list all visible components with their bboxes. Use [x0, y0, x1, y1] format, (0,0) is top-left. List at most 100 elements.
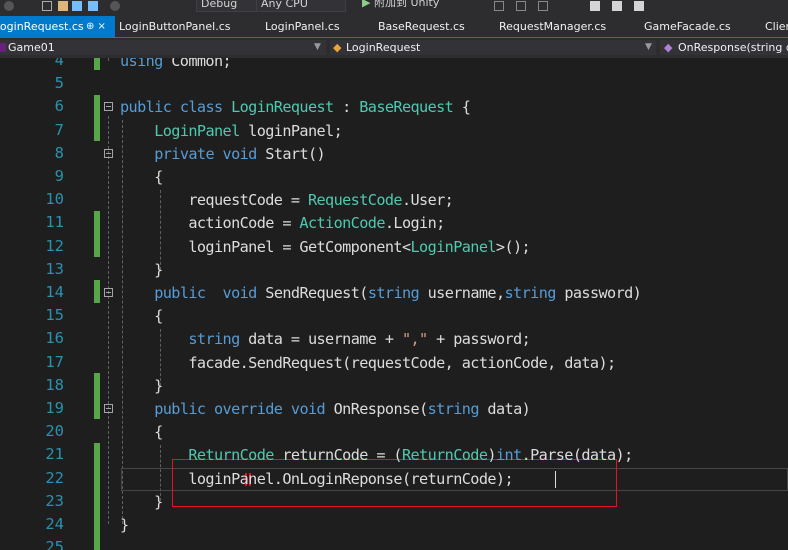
- save-icon[interactable]: [72, 1, 82, 11]
- text-caret: [555, 471, 556, 488]
- collapse-icon[interactable]: [104, 288, 113, 297]
- tab-client[interactable]: Clier: [765, 16, 788, 37]
- line-number: 13: [45, 259, 64, 278]
- code-line[interactable]: facade.SendRequest(requestCode, actionCo…: [120, 354, 616, 372]
- redo-icon[interactable]: [110, 1, 120, 11]
- change-marker: [94, 211, 100, 257]
- code-line[interactable]: LoginPanel loginPanel;: [120, 122, 343, 140]
- code-line[interactable]: actionCode = ActionCode.Login;: [120, 214, 445, 232]
- change-marker: [94, 95, 100, 141]
- member-name: OnResponse(string da: [678, 41, 788, 54]
- bookmark-icon[interactable]: [612, 1, 622, 11]
- line-number: 15: [45, 306, 64, 325]
- code-line[interactable]: loginPanel.OnLoginReponse(returnCode);: [120, 470, 513, 488]
- tab-label: RequestManager.cs: [499, 20, 607, 33]
- document-tabs: LoginRequest.cs ⊕ × LoginButtonPanel.cs …: [0, 16, 788, 37]
- line-number: 8: [54, 143, 64, 162]
- member-dropdown[interactable]: ◆ OnResponse(string da: [660, 40, 788, 55]
- config-dropdown[interactable]: Debug: [196, 0, 258, 12]
- line-number: 5: [54, 74, 64, 93]
- tab-baserequest[interactable]: BaseRequest.cs: [378, 16, 465, 37]
- code-line[interactable]: {: [120, 307, 163, 325]
- code-line[interactable]: string data = username + "," + password;: [120, 330, 530, 348]
- tab-label: BaseRequest.cs: [378, 20, 465, 33]
- line-number: 17: [45, 352, 64, 371]
- code-line[interactable]: private void Start(): [120, 145, 326, 163]
- collapse-icon[interactable]: [104, 404, 113, 413]
- code-line[interactable]: public override void OnResponse(string d…: [120, 400, 531, 418]
- code-line[interactable]: using Common;: [120, 58, 232, 70]
- tab-loginpanel[interactable]: LoginPanel.cs: [265, 16, 340, 37]
- tab-label: LoginPanel.cs: [265, 20, 340, 33]
- line-number: 10: [45, 190, 64, 209]
- class-icon: ◆: [333, 41, 342, 54]
- code-editor[interactable]: 4 using Common; 5 6 public class LoginReques…: [0, 58, 788, 550]
- code-line[interactable]: }: [120, 261, 163, 279]
- tab-label: Clier: [765, 20, 788, 33]
- toolbar-icon[interactable]: [538, 1, 548, 11]
- code-line[interactable]: ReturnCode returnCode = (ReturnCode)int.…: [120, 446, 633, 464]
- line-number: 12: [45, 236, 64, 255]
- collapse-icon[interactable]: [104, 102, 113, 111]
- tab-label: LoginRequest.cs: [0, 20, 84, 33]
- code-line[interactable]: public void SendRequest(string username,…: [120, 284, 642, 302]
- line-number: 6: [54, 97, 64, 116]
- attach-unity-button[interactable]: ▶ 附加到 Unity: [362, 0, 448, 10]
- tab-loginrequest[interactable]: LoginRequest.cs ⊕ ×: [0, 16, 115, 37]
- code-line[interactable]: {: [120, 168, 163, 186]
- undo-icon[interactable]: [4, 1, 14, 11]
- code-line[interactable]: loginPanel = GetComponent<LoginPanel>();: [120, 238, 530, 256]
- line-number: 22: [45, 468, 64, 487]
- line-number: 14: [45, 283, 64, 301]
- tab-label: LoginButtonPanel.cs: [119, 20, 231, 33]
- tab-requestmanager[interactable]: RequestManager.cs: [499, 16, 606, 37]
- chevron-down-icon: ▼: [645, 42, 652, 52]
- config-value: Debug: [201, 0, 238, 10]
- collapse-icon[interactable]: [104, 149, 113, 158]
- code-line[interactable]: requestCode = RequestCode.User;: [120, 191, 453, 209]
- bookmark-icon[interactable]: [590, 1, 600, 11]
- platform-value: Any CPU: [261, 0, 308, 10]
- line-number: 20: [45, 422, 64, 441]
- code-line[interactable]: {: [120, 423, 163, 441]
- play-icon: ▶: [362, 0, 371, 9]
- navigation-bar: Game01 ▼ ◆ LoginRequest ▼ ◆ OnResponse(s…: [0, 37, 788, 58]
- outline-line: [108, 116, 109, 524]
- line-number: 16: [45, 329, 64, 348]
- pin-close-icon[interactable]: ⊕ ×: [86, 16, 106, 37]
- project-dropdown[interactable]: Game01 ▼: [0, 40, 326, 55]
- line-number: 25: [45, 538, 64, 550]
- code-line[interactable]: public class LoginRequest : BaseRequest …: [120, 98, 471, 116]
- tab-label: GameFacade.cs: [644, 20, 731, 33]
- line-number: 21: [45, 445, 64, 464]
- platform-dropdown[interactable]: Any CPU: [256, 0, 346, 12]
- open-folder-icon[interactable]: [58, 1, 68, 11]
- change-marker: [94, 443, 100, 550]
- line-number: 23: [45, 491, 64, 510]
- change-marker: [94, 58, 100, 70]
- class-name: LoginRequest: [346, 41, 421, 54]
- toolbar-icon[interactable]: [494, 1, 504, 11]
- line-number: 9: [54, 167, 64, 185]
- tab-loginbuttonpanel[interactable]: LoginButtonPanel.cs: [119, 16, 230, 37]
- chevron-down-icon: ▼: [314, 42, 321, 52]
- change-marker: [94, 280, 100, 303]
- code-line[interactable]: }: [120, 516, 129, 534]
- line-number: 7: [54, 120, 64, 139]
- code-line[interactable]: }: [120, 377, 163, 395]
- line-number: 18: [45, 375, 64, 394]
- line-number: 4: [54, 58, 64, 69]
- class-dropdown[interactable]: ◆ LoginRequest ▼: [330, 40, 656, 55]
- bookmark-icon[interactable]: [634, 1, 644, 11]
- outline-line: [108, 58, 109, 61]
- change-marker: [94, 373, 100, 419]
- new-file-icon[interactable]: [42, 1, 52, 11]
- line-number: 24: [45, 515, 64, 533]
- code-line[interactable]: }: [120, 493, 163, 511]
- tab-gamefacade[interactable]: GameFacade.cs: [644, 16, 731, 37]
- toolbar: Debug Any CPU ▶ 附加到 Unity: [0, 0, 788, 16]
- line-number: 11: [45, 213, 64, 232]
- line-number: 19: [45, 399, 64, 417]
- save-all-icon[interactable]: [88, 1, 98, 11]
- toolbar-icon[interactable]: [516, 1, 526, 11]
